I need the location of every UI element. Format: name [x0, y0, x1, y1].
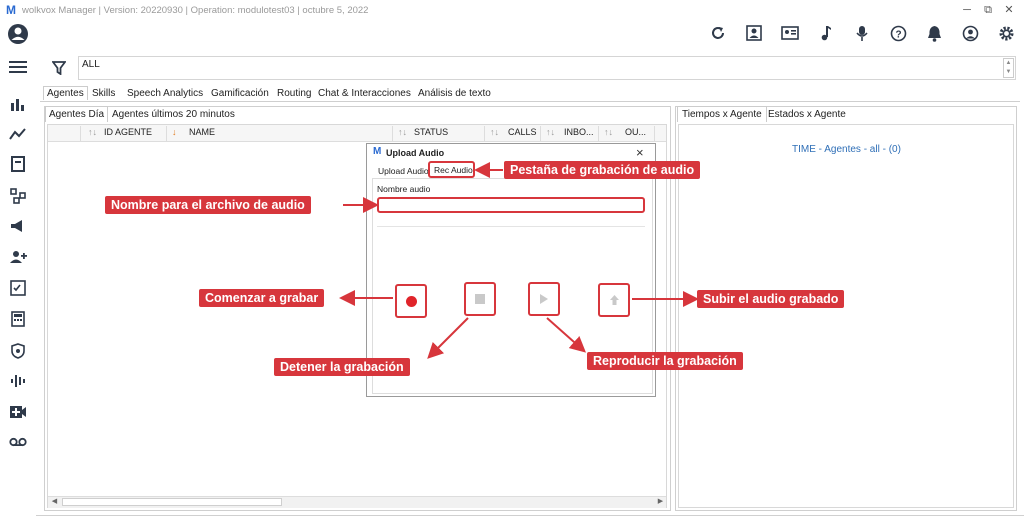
tab-routing[interactable]: Routing: [277, 88, 311, 102]
col-name[interactable]: NAME: [189, 127, 215, 141]
minimize-button[interactable]: ─: [957, 2, 977, 18]
checklist-icon[interactable]: [6, 277, 30, 299]
audio-name-input[interactable]: [377, 197, 645, 213]
scroll-right-icon[interactable]: ▶: [655, 497, 666, 507]
record-dot-icon: [405, 295, 417, 307]
contacts-book-icon[interactable]: [743, 22, 765, 44]
help-icon[interactable]: ?: [887, 22, 909, 44]
tab-agentes-dia[interactable]: Agentes Día: [45, 106, 109, 122]
report-icon[interactable]: [6, 153, 30, 175]
col-calls[interactable]: CALLS: [508, 127, 537, 141]
refresh-icon[interactable]: [707, 22, 729, 44]
tab-tiempos-agente[interactable]: Tiempos x Agente: [677, 106, 767, 122]
sort-icon: ↑↓: [604, 127, 613, 137]
field-underline: [377, 215, 645, 227]
stop-square-icon: [475, 294, 485, 304]
app-logo: M: [6, 3, 16, 17]
shield-icon[interactable]: [6, 340, 30, 362]
routing-icon[interactable]: [6, 185, 30, 207]
dialog-logo: M: [373, 146, 382, 157]
tab-chat-interacciones[interactable]: Chat & Interacciones: [318, 88, 411, 102]
add-users-icon[interactable]: [6, 246, 30, 268]
annotation-name-field: Nombre para el archivo de audio: [105, 196, 311, 214]
play-button[interactable]: [528, 282, 560, 316]
col-status[interactable]: STATUS: [414, 127, 448, 141]
col-id-agente[interactable]: ID AGENTE: [104, 127, 152, 141]
campaign-icon[interactable]: [6, 215, 30, 237]
annotation-rec-tab: Pestaña de grabación de audio: [504, 161, 701, 179]
notification-bell-icon[interactable]: [923, 22, 945, 44]
dialog-title: Upload Audio: [386, 148, 445, 158]
title-bar: M wolkvox Manager | Version: 20220930 | …: [0, 0, 1024, 20]
audio-name-label: Nombre audio: [377, 184, 431, 194]
upload-recorded-button[interactable]: [598, 283, 630, 317]
play-triangle-icon: [540, 294, 548, 304]
stop-button[interactable]: [464, 282, 496, 316]
restore-button[interactable]: ⧉: [978, 2, 998, 18]
tab-speech-analytics[interactable]: Speech Analytics: [127, 88, 203, 102]
bar-chart-icon[interactable]: [6, 93, 30, 115]
sort-icon: ↑↓: [490, 127, 499, 137]
tab-gamificacion[interactable]: Gamificación: [211, 88, 269, 102]
audio-wave-icon[interactable]: [6, 370, 30, 392]
tab-rec-audio[interactable]: Rec Audio: [434, 165, 473, 175]
tab-estados-agente[interactable]: Estados x Agente: [768, 109, 846, 120]
annotation-start-recording: Comenzar a grabar: [199, 289, 325, 307]
annotation-play-recording: Reproducir la grabación: [587, 352, 743, 370]
svg-text:?: ?: [895, 29, 901, 40]
annotation-upload-audio: Subir el audio grabado: [697, 290, 845, 308]
col-divider: [80, 126, 81, 142]
col-divider: [166, 126, 167, 142]
sort-icon: ↑↓: [546, 127, 555, 137]
annotation-stop-recording: Detener la grabación: [274, 358, 410, 376]
sidebar: [0, 20, 36, 519]
sort-icon: ↑↓: [398, 127, 407, 137]
filter-icon[interactable]: [48, 58, 70, 78]
scroll-left-icon[interactable]: ◀: [49, 497, 60, 507]
upload-arrow-icon: [609, 295, 619, 305]
scroll-thumb[interactable]: [62, 498, 282, 506]
calculator-icon[interactable]: [6, 308, 30, 330]
col-divider: [484, 126, 485, 142]
col-divider: [598, 126, 599, 142]
window-title: wolkvox Manager | Version: 20220930 | Op…: [22, 5, 369, 16]
profile-icon[interactable]: [959, 22, 981, 44]
id-card-icon[interactable]: [779, 22, 801, 44]
stats-content: [678, 124, 1014, 508]
microphone-icon[interactable]: [851, 22, 873, 44]
col-divider: [540, 126, 541, 142]
col-divider: [654, 126, 655, 142]
filter-scroll-spinner[interactable]: ▲ ▼: [1003, 58, 1014, 78]
menu-icon[interactable]: [6, 56, 30, 78]
window-bottom-border: [36, 515, 1024, 516]
col-divider: [392, 126, 393, 142]
tab-agentes-ultimos[interactable]: Agentes últimos 20 minutos: [112, 109, 235, 120]
filter-input[interactable]: [78, 56, 1016, 80]
sort-icon: ↑↓: [88, 127, 97, 137]
dialog-close-button[interactable]: ×: [636, 145, 644, 160]
tab-analisis-texto[interactable]: Análisis de texto: [418, 88, 491, 102]
voicemail-icon[interactable]: [6, 431, 30, 453]
col-outbound[interactable]: OU...: [625, 127, 646, 141]
add-video-icon[interactable]: [6, 401, 30, 423]
tab-upload-audio[interactable]: Upload Audio: [378, 166, 429, 176]
analytics-icon[interactable]: [6, 123, 30, 145]
settings-gear-icon[interactable]: [995, 22, 1017, 44]
col-inbound[interactable]: INBO...: [564, 127, 594, 141]
sort-desc-icon: ↓: [172, 127, 177, 137]
close-window-button[interactable]: ✕: [999, 2, 1019, 18]
record-button[interactable]: [395, 284, 427, 318]
music-note-icon[interactable]: [815, 22, 837, 44]
tab-skills[interactable]: Skills: [92, 88, 115, 102]
stats-summary: TIME - Agentes - all - (0): [792, 144, 901, 155]
filter-value: ALL: [82, 59, 100, 70]
user-avatar-icon[interactable]: [6, 23, 30, 45]
tab-agentes[interactable]: Agentes: [43, 86, 88, 100]
